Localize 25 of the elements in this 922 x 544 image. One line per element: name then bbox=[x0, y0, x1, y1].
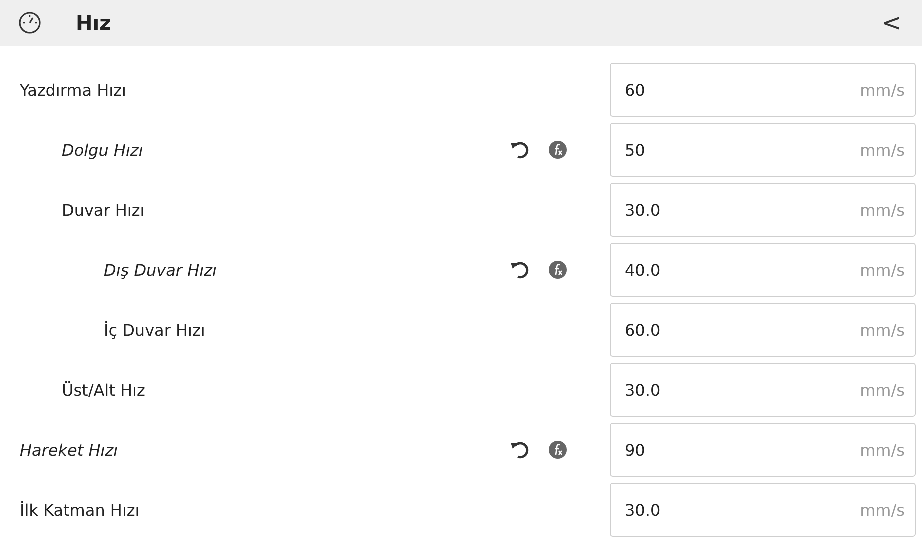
setting-label: Üst/Alt Hız bbox=[61, 380, 146, 400]
setting-label: Yazdırma Hızı bbox=[19, 80, 128, 100]
value-field[interactable]: 30.0 mm/s bbox=[610, 483, 916, 537]
setting-label: İlk Katman Hızı bbox=[19, 500, 141, 520]
function-icon[interactable] bbox=[548, 140, 568, 160]
value-field[interactable]: 30.0 mm/s bbox=[610, 363, 916, 417]
setting-label: Dış Duvar Hızı bbox=[103, 260, 218, 280]
value-field[interactable]: 40.0 mm/s bbox=[610, 243, 916, 297]
value-field[interactable]: 30.0 mm/s bbox=[610, 183, 916, 237]
speedometer-icon bbox=[18, 11, 42, 35]
reset-icon[interactable] bbox=[510, 140, 530, 160]
section-title: Hız bbox=[76, 11, 112, 35]
value-field[interactable]: 60.0 mm/s bbox=[610, 303, 916, 357]
collapse-button[interactable]: < bbox=[878, 9, 906, 37]
reset-icon[interactable] bbox=[510, 440, 530, 460]
setting-label: Dolgu Hızı bbox=[61, 140, 144, 160]
function-icon[interactable] bbox=[548, 260, 568, 280]
value-field[interactable]: 50 mm/s bbox=[610, 123, 916, 177]
setting-label: Duvar Hızı bbox=[61, 200, 146, 220]
function-icon[interactable] bbox=[548, 440, 568, 460]
setting-label: İç Duvar Hızı bbox=[103, 320, 206, 340]
value-field[interactable]: 60 mm/s bbox=[610, 63, 916, 117]
reset-icon[interactable] bbox=[510, 260, 530, 280]
setting-label: Hareket Hızı bbox=[19, 440, 120, 460]
value-field[interactable]: 90 mm/s bbox=[610, 423, 916, 477]
